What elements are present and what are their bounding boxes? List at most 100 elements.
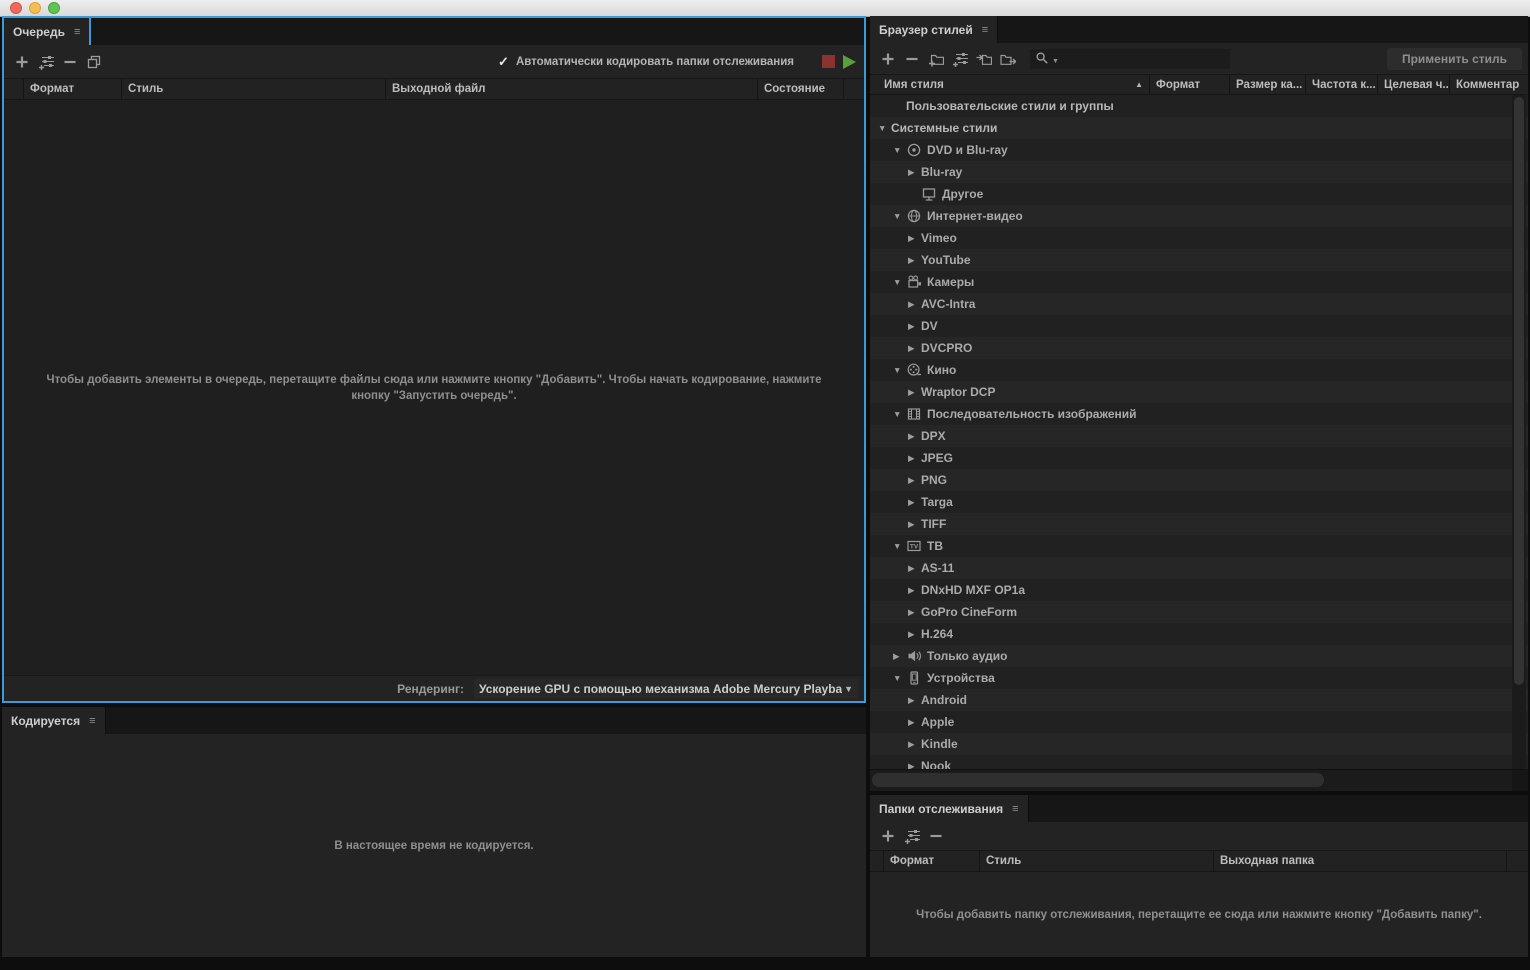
preset-tree-item-gopro-cineform[interactable]: ▶GoPro CineForm xyxy=(870,601,1528,623)
panel-menu-icon[interactable]: ≡ xyxy=(1012,803,1018,815)
preset-tree-item-dvcpro[interactable]: ▶DVCPRO xyxy=(870,337,1528,359)
preset-tree-item-тв[interactable]: ▼ТВ xyxy=(870,535,1528,557)
preset-tree-item-камеры[interactable]: ▼Камеры xyxy=(870,271,1528,293)
preset-tree-item-другое[interactable]: Другое xyxy=(870,183,1528,205)
zoom-button[interactable] xyxy=(48,2,60,14)
tree-collapsed-arrow-icon[interactable]: ▶ xyxy=(908,739,921,750)
tree-collapsed-arrow-icon[interactable]: ▶ xyxy=(908,497,921,508)
duplicate-button[interactable] xyxy=(82,51,106,73)
tab-queue[interactable]: Очередь ≡ xyxy=(4,18,91,45)
panel-menu-icon[interactable]: ≡ xyxy=(982,24,988,36)
create-group-button[interactable] xyxy=(924,48,948,70)
queue-list[interactable]: Чтобы добавить элементы в очередь, перет… xyxy=(4,100,864,675)
tree-collapsed-arrow-icon[interactable]: ▶ xyxy=(908,167,921,178)
apply-preset-button[interactable]: Применить стиль xyxy=(1387,48,1522,70)
stop-queue-button[interactable] xyxy=(816,51,840,73)
renderer-dropdown[interactable]: Ускорение GPU с помощью механизма Adobe … xyxy=(474,679,858,698)
preset-settings-button[interactable] xyxy=(948,48,972,70)
preset-tree-item-dvd-и-blu-ray[interactable]: ▼DVD и Blu-ray xyxy=(870,139,1528,161)
tree-collapsed-arrow-icon[interactable]: ▶ xyxy=(908,475,921,486)
import-presets-button[interactable] xyxy=(972,48,996,70)
column-header-target-rate[interactable]: Целевая ч... xyxy=(1378,75,1450,94)
tree-collapsed-arrow-icon[interactable]: ▶ xyxy=(908,563,921,574)
preset-tree-item-системные-стили[interactable]: ▼Системные стили xyxy=(870,117,1528,139)
folder-settings-button[interactable] xyxy=(900,825,924,847)
column-header-format[interactable]: Формат xyxy=(884,851,980,871)
tree-collapsed-arrow-icon[interactable]: ▶ xyxy=(908,255,921,266)
column-header-output-file[interactable]: Выходной файл xyxy=(386,79,758,99)
tree-expanded-arrow-icon[interactable]: ▼ xyxy=(893,409,906,419)
column-header-status[interactable]: Состояние xyxy=(758,79,844,99)
preset-tree-item-android[interactable]: ▶Android xyxy=(870,689,1528,711)
tree-collapsed-arrow-icon[interactable]: ▶ xyxy=(908,629,921,640)
tree-collapsed-arrow-icon[interactable]: ▶ xyxy=(908,343,921,354)
preset-tree-item-wraptor-dcp[interactable]: ▶Wraptor DCP xyxy=(870,381,1528,403)
tree-collapsed-arrow-icon[interactable]: ▶ xyxy=(908,607,921,618)
column-header-format[interactable]: Формат xyxy=(24,79,122,99)
titlebar[interactable] xyxy=(0,0,1530,17)
tree-expanded-arrow-icon[interactable]: ▼ xyxy=(893,277,906,287)
remove-button[interactable] xyxy=(58,51,82,73)
column-header-frame-rate[interactable]: Частота к... xyxy=(1306,75,1378,94)
preset-tree-item-последовательность-изображений[interactable]: ▼Последовательность изображений xyxy=(870,403,1528,425)
tree-expanded-arrow-icon[interactable]: ▼ xyxy=(893,145,906,155)
preset-tree-item-интернет-видео[interactable]: ▼Интернет-видео xyxy=(870,205,1528,227)
auto-encode-label[interactable]: Автоматически кодировать папки отслежива… xyxy=(516,56,794,68)
preset-tree-item-targa[interactable]: ▶Targa xyxy=(870,491,1528,513)
tree-collapsed-arrow-icon[interactable]: ▶ xyxy=(908,519,921,530)
preset-tree-item-tiff[interactable]: ▶TIFF xyxy=(870,513,1528,535)
search-options-caret-icon[interactable]: ▼ xyxy=(1052,58,1059,65)
preset-tree-item-dv[interactable]: ▶DV xyxy=(870,315,1528,337)
tree-collapsed-arrow-icon[interactable]: ▶ xyxy=(908,299,921,310)
panel-menu-icon[interactable]: ≡ xyxy=(89,715,95,727)
column-header-preset[interactable]: Стиль xyxy=(980,851,1214,871)
preset-tree-item-png[interactable]: ▶PNG xyxy=(870,469,1528,491)
tree-expanded-arrow-icon[interactable]: ▼ xyxy=(893,365,906,375)
vertical-scrollbar[interactable] xyxy=(1512,95,1526,769)
preset-tree-item-устройства[interactable]: ▼Устройства xyxy=(870,667,1528,689)
tab-encoding[interactable]: Кодируется ≡ xyxy=(2,707,106,734)
column-header-gutter[interactable] xyxy=(844,79,864,99)
watch-content[interactable]: Чтобы добавить папку отслеживания, перет… xyxy=(870,872,1528,957)
horizontal-scrollbar-thumb[interactable] xyxy=(872,773,1324,787)
add-folder-button[interactable] xyxy=(876,825,900,847)
horizontal-scrollbar[interactable] xyxy=(870,769,1528,791)
tree-collapsed-arrow-icon[interactable]: ▶ xyxy=(908,453,921,464)
column-header-spacer[interactable] xyxy=(4,79,24,99)
preset-tree-item-jpeg[interactable]: ▶JPEG xyxy=(870,447,1528,469)
start-queue-button[interactable] xyxy=(840,51,864,73)
preset-tree-item-vimeo[interactable]: ▶Vimeo xyxy=(870,227,1528,249)
tree-collapsed-arrow-icon[interactable]: ▶ xyxy=(908,717,921,728)
add-source-button[interactable] xyxy=(10,51,34,73)
tree-collapsed-arrow-icon[interactable]: ▶ xyxy=(893,651,906,662)
column-header-format[interactable]: Формат xyxy=(1150,75,1230,94)
tree-expanded-arrow-icon[interactable]: ▼ xyxy=(893,211,906,221)
preset-tree-item-h-264[interactable]: ▶H.264 xyxy=(870,623,1528,645)
tree-collapsed-arrow-icon[interactable]: ▶ xyxy=(908,585,921,596)
tree-collapsed-arrow-icon[interactable]: ▶ xyxy=(908,387,921,398)
create-preset-button[interactable] xyxy=(876,48,900,70)
tree-collapsed-arrow-icon[interactable]: ▶ xyxy=(908,431,921,442)
tree-collapsed-arrow-icon[interactable]: ▶ xyxy=(908,695,921,706)
preset-tree-item-nook[interactable]: ▶Nook xyxy=(870,755,1528,769)
panel-menu-icon[interactable]: ≡ xyxy=(74,26,80,38)
column-header-preset-name[interactable]: Имя стиля▲ xyxy=(870,75,1150,94)
add-output-button[interactable] xyxy=(34,51,58,73)
preset-tree-item-as-11[interactable]: ▶AS-11 xyxy=(870,557,1528,579)
minimize-button[interactable] xyxy=(29,2,41,14)
tree-expanded-arrow-icon[interactable]: ▼ xyxy=(878,123,891,133)
tree-collapsed-arrow-icon[interactable]: ▶ xyxy=(908,233,921,244)
close-button[interactable] xyxy=(10,2,22,14)
auto-encode-checkbox[interactable]: ✓ xyxy=(498,54,509,70)
export-presets-button[interactable] xyxy=(996,48,1020,70)
tab-watch-folders[interactable]: Папки отслеживания ≡ xyxy=(870,795,1029,822)
delete-preset-button[interactable] xyxy=(900,48,924,70)
preset-tree-item-dnxhd-mxf-op1a[interactable]: ▶DNxHD MXF OP1a xyxy=(870,579,1528,601)
column-header-comment[interactable]: Комментар xyxy=(1450,75,1528,94)
column-header-spacer[interactable] xyxy=(870,851,884,871)
preset-tree-item-avc-intra[interactable]: ▶AVC-Intra xyxy=(870,293,1528,315)
preset-tree-item-только-аудио[interactable]: ▶Только аудио xyxy=(870,645,1528,667)
tree-collapsed-arrow-icon[interactable]: ▶ xyxy=(908,321,921,332)
column-header-output-folder[interactable]: Выходная папка xyxy=(1214,851,1507,871)
vertical-scrollbar-thumb[interactable] xyxy=(1514,97,1524,685)
